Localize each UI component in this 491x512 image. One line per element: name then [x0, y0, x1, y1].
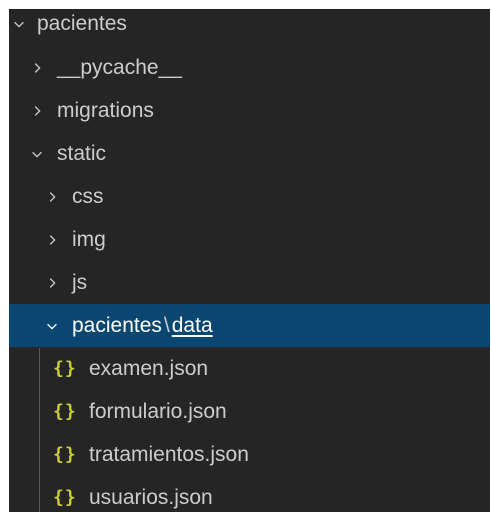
- chevron-right-icon: [42, 273, 62, 293]
- tree-item-js[interactable]: js: [9, 261, 490, 304]
- json-braces-icon: {}: [53, 487, 77, 508]
- tree-item-pacientes[interactable]: pacientes: [9, 9, 490, 45]
- tree-item-label-part2[interactable]: data: [172, 314, 213, 338]
- tree-item-pycache[interactable]: __pycache__: [9, 46, 490, 89]
- tree-item-label: pacientes: [37, 11, 127, 35]
- tree-item-label: examen.json: [89, 356, 209, 380]
- tree-item-img[interactable]: img: [9, 218, 490, 261]
- tree-item-examen-json[interactable]: {} examen.json: [9, 347, 490, 390]
- tree-item-tratamientos-json[interactable]: {} tratamientos.json: [9, 433, 490, 476]
- tree-item-label: js: [72, 270, 88, 294]
- tree-item-migrations[interactable]: migrations: [9, 89, 490, 132]
- chevron-right-icon: [42, 187, 62, 207]
- tree-item-pacientes-data[interactable]: pacientes \ data: [9, 304, 490, 347]
- chevron-down-icon: [27, 144, 47, 164]
- tree-item-label: __pycache__: [57, 55, 182, 79]
- tree-item-label: tratamientos.json: [89, 442, 249, 466]
- tree-item-formulario-json[interactable]: {} formulario.json: [9, 390, 490, 433]
- path-separator: \: [163, 313, 170, 337]
- tree-item-css[interactable]: css: [9, 175, 490, 218]
- tree-item-label: usuarios.json: [89, 485, 213, 509]
- tree-item-static[interactable]: static: [9, 132, 490, 175]
- tree-item-label-part1: pacientes: [72, 313, 162, 337]
- file-explorer-panel: pacientes __pycache__ migrations static …: [9, 9, 490, 512]
- tree-item-label: migrations: [57, 98, 154, 122]
- tree-item-label: css: [72, 184, 104, 208]
- tree-item-label: static: [57, 141, 107, 165]
- json-braces-icon: {}: [53, 444, 77, 465]
- tree-item-label: img: [72, 227, 106, 251]
- json-braces-icon: {}: [53, 401, 77, 422]
- chevron-right-icon: [27, 58, 47, 78]
- tree-item-usuarios-json[interactable]: {} usuarios.json: [9, 476, 490, 512]
- tree-item-label: formulario.json: [89, 399, 227, 423]
- chevron-right-icon: [42, 230, 62, 250]
- chevron-down-icon: [9, 14, 29, 34]
- json-braces-icon: {}: [53, 358, 77, 379]
- chevron-right-icon: [27, 101, 47, 121]
- chevron-down-icon: [42, 316, 62, 336]
